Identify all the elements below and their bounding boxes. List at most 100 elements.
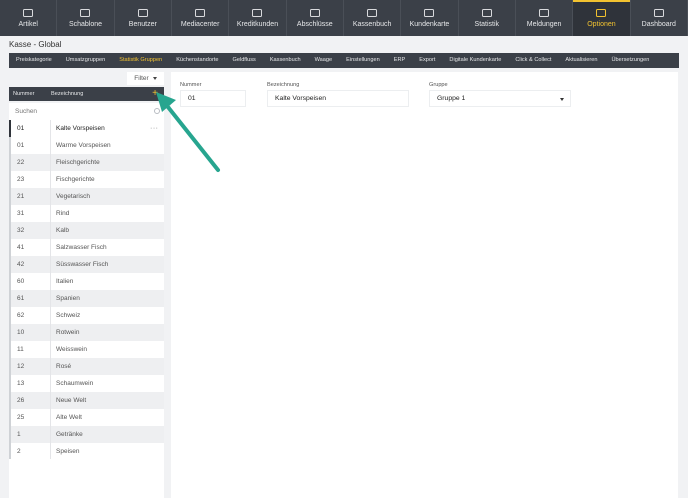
list-item[interactable]: 23 Fischgerichte (9, 171, 164, 188)
name-label: Bezeichnung (267, 82, 300, 88)
nav-item-label: Artikel (18, 21, 38, 28)
nav-item-statistik[interactable]: Statistik (459, 0, 516, 36)
subnav-tab--bersetzungen[interactable]: Übersetzungen (604, 53, 656, 68)
nav-item-abschl-sse[interactable]: Abschlüsse (287, 0, 344, 36)
subnav-tab-export[interactable]: Export (412, 53, 442, 68)
list-item-number: 21 (11, 188, 51, 205)
page-title: Kasse - Global (9, 40, 62, 49)
list-item[interactable]: 31 Rind (9, 205, 164, 222)
list-item[interactable]: 10 Rotwein (9, 324, 164, 341)
list-item-number: 11 (11, 341, 51, 358)
list-item[interactable]: 32 Kalb (9, 222, 164, 239)
nav-item-kreditkunden[interactable]: Kreditkunden (229, 0, 287, 36)
nav-item-meldungen[interactable]: Meldungen (516, 0, 574, 36)
nav-item-label: Dashboard (641, 21, 676, 28)
list-item[interactable]: 26 Neue Welt (9, 392, 164, 409)
nav-item-label: Mediacenter (180, 21, 220, 28)
nav-item-dashboard[interactable]: Dashboard (631, 0, 688, 36)
list-item[interactable]: 25 Alte Welt (9, 409, 164, 426)
search-input[interactable] (15, 108, 135, 115)
list-item[interactable]: 11 Weisswein (9, 341, 164, 358)
nav-item-label: Benutzer (128, 21, 157, 28)
group-list: 01 Kalte Vorspeisen ··· 01 Warme Vorspeisen 2… (9, 120, 164, 460)
book-icon (367, 9, 378, 17)
list-item-name: Rind (56, 210, 70, 217)
monitor-icon (195, 9, 206, 17)
nav-item-label: Kassenbuch (352, 21, 392, 28)
subnav-tab-geldfluss[interactable]: Geldfluss (225, 53, 262, 68)
list-item[interactable]: 1 Getränke (9, 426, 164, 443)
list-item[interactable]: 61 Spanien (9, 290, 164, 307)
group-select[interactable]: Gruppe 1 (429, 90, 571, 107)
subnav-tab-digitale-kundenkarte[interactable]: Digitale Kundenkarte (442, 53, 508, 68)
nav-item-mediacenter[interactable]: Mediacenter (172, 0, 230, 36)
gear-icon (596, 9, 607, 17)
mail-icon (539, 9, 550, 17)
list-item-name: Weisswein (56, 346, 87, 353)
list-item-name: Speisen (56, 448, 80, 455)
name-field[interactable] (267, 90, 409, 107)
list-item[interactable]: 62 Schweiz (9, 307, 164, 324)
list-item-name: Vegetarisch (56, 193, 90, 200)
list-item-number: 31 (11, 205, 51, 222)
subnav-tab-kassenbuch[interactable]: Kassenbuch (263, 53, 308, 68)
subnav-tab-click-collect[interactable]: Click & Collect (508, 53, 558, 68)
filter-dropdown[interactable]: Filter (127, 72, 164, 85)
nav-item-schablone[interactable]: Schablone (57, 0, 115, 36)
number-label: Nummer (180, 82, 202, 88)
list-item[interactable]: 12 Rosé (9, 358, 164, 375)
list-item-number: 10 (11, 324, 51, 341)
column-header-number: Nummer (13, 91, 35, 97)
list-item[interactable]: 22 Fleischgerichte (9, 154, 164, 171)
subnav-tab-aktualisieren[interactable]: Aktualisieren (558, 53, 604, 68)
group-selected-value: Gruppe 1 (437, 95, 466, 102)
list-item-number: 1 (11, 426, 51, 443)
list-item-name: Italien (56, 278, 74, 285)
list-item-name: Salzwasser Fisch (56, 244, 107, 251)
list-item[interactable]: 41 Salzwasser Fisch (9, 239, 164, 256)
chevron-down-icon (152, 77, 157, 80)
chevron-down-icon (560, 98, 564, 101)
cart-icon (23, 9, 34, 17)
nav-item-benutzer[interactable]: Benutzer (115, 0, 172, 36)
list-item-number: 62 (11, 307, 51, 324)
list-item[interactable]: 42 Süsswasser Fisch (9, 256, 164, 273)
subnav-tab-k-chenstandorte[interactable]: Küchenstandorte (169, 53, 225, 68)
list-item[interactable]: 01 Warme Vorspeisen (9, 137, 164, 154)
name-input[interactable] (275, 95, 408, 102)
list-item[interactable]: 13 Schaumwein (9, 375, 164, 392)
closing-icon (309, 9, 320, 17)
chart-icon (481, 9, 492, 17)
filter-label: Filter (134, 75, 149, 82)
list-item-number: 22 (11, 154, 51, 171)
subnav-tab-erp[interactable]: ERP (387, 53, 413, 68)
subnav-tab-umsatzgruppen[interactable]: Umsatzgruppen (59, 53, 113, 68)
list-item-name: Getränke (56, 431, 83, 438)
group-label: Gruppe (429, 82, 448, 88)
list-item-name: Fischgerichte (56, 176, 95, 183)
detail-panel: Nummer Bezeichnung Gruppe Gruppe 1 (171, 72, 678, 498)
list-item[interactable]: 60 Italien (9, 273, 164, 290)
nav-item-optionen[interactable]: Optionen (573, 0, 631, 36)
list-item-number: 42 (11, 256, 51, 273)
list-item[interactable]: 01 Kalte Vorspeisen ··· (9, 120, 164, 137)
nav-item-label: Meldungen (526, 21, 562, 28)
subnav-tab-preiskategorie[interactable]: Preiskategorie (9, 53, 59, 68)
list-item-name: Rotwein (56, 329, 80, 336)
list-item[interactable]: 2 Speisen (9, 443, 164, 460)
list-item-name: Schweiz (56, 312, 81, 319)
nav-item-kassenbuch[interactable]: Kassenbuch (344, 0, 402, 36)
subnav-tab-statistik-gruppen[interactable]: Statistik Gruppen (112, 53, 169, 68)
list-item-number: 13 (11, 375, 51, 392)
subnav-tab-einstellungen[interactable]: Einstellungen (339, 53, 387, 68)
subnav-tab-waage[interactable]: Waage (308, 53, 340, 68)
nav-item-kundenkarte[interactable]: Kundenkarte (401, 0, 459, 36)
list-item[interactable]: 21 Vegetarisch (9, 188, 164, 205)
nav-item-label: Optionen (587, 21, 616, 28)
nav-item-artikel[interactable]: Artikel (0, 0, 58, 36)
list-panel-footer (9, 459, 164, 498)
list-item-name: Spanien (56, 295, 80, 302)
list-item-name: Rosé (56, 363, 72, 370)
template-icon (80, 9, 91, 17)
list-item-number: 01 (11, 137, 51, 154)
